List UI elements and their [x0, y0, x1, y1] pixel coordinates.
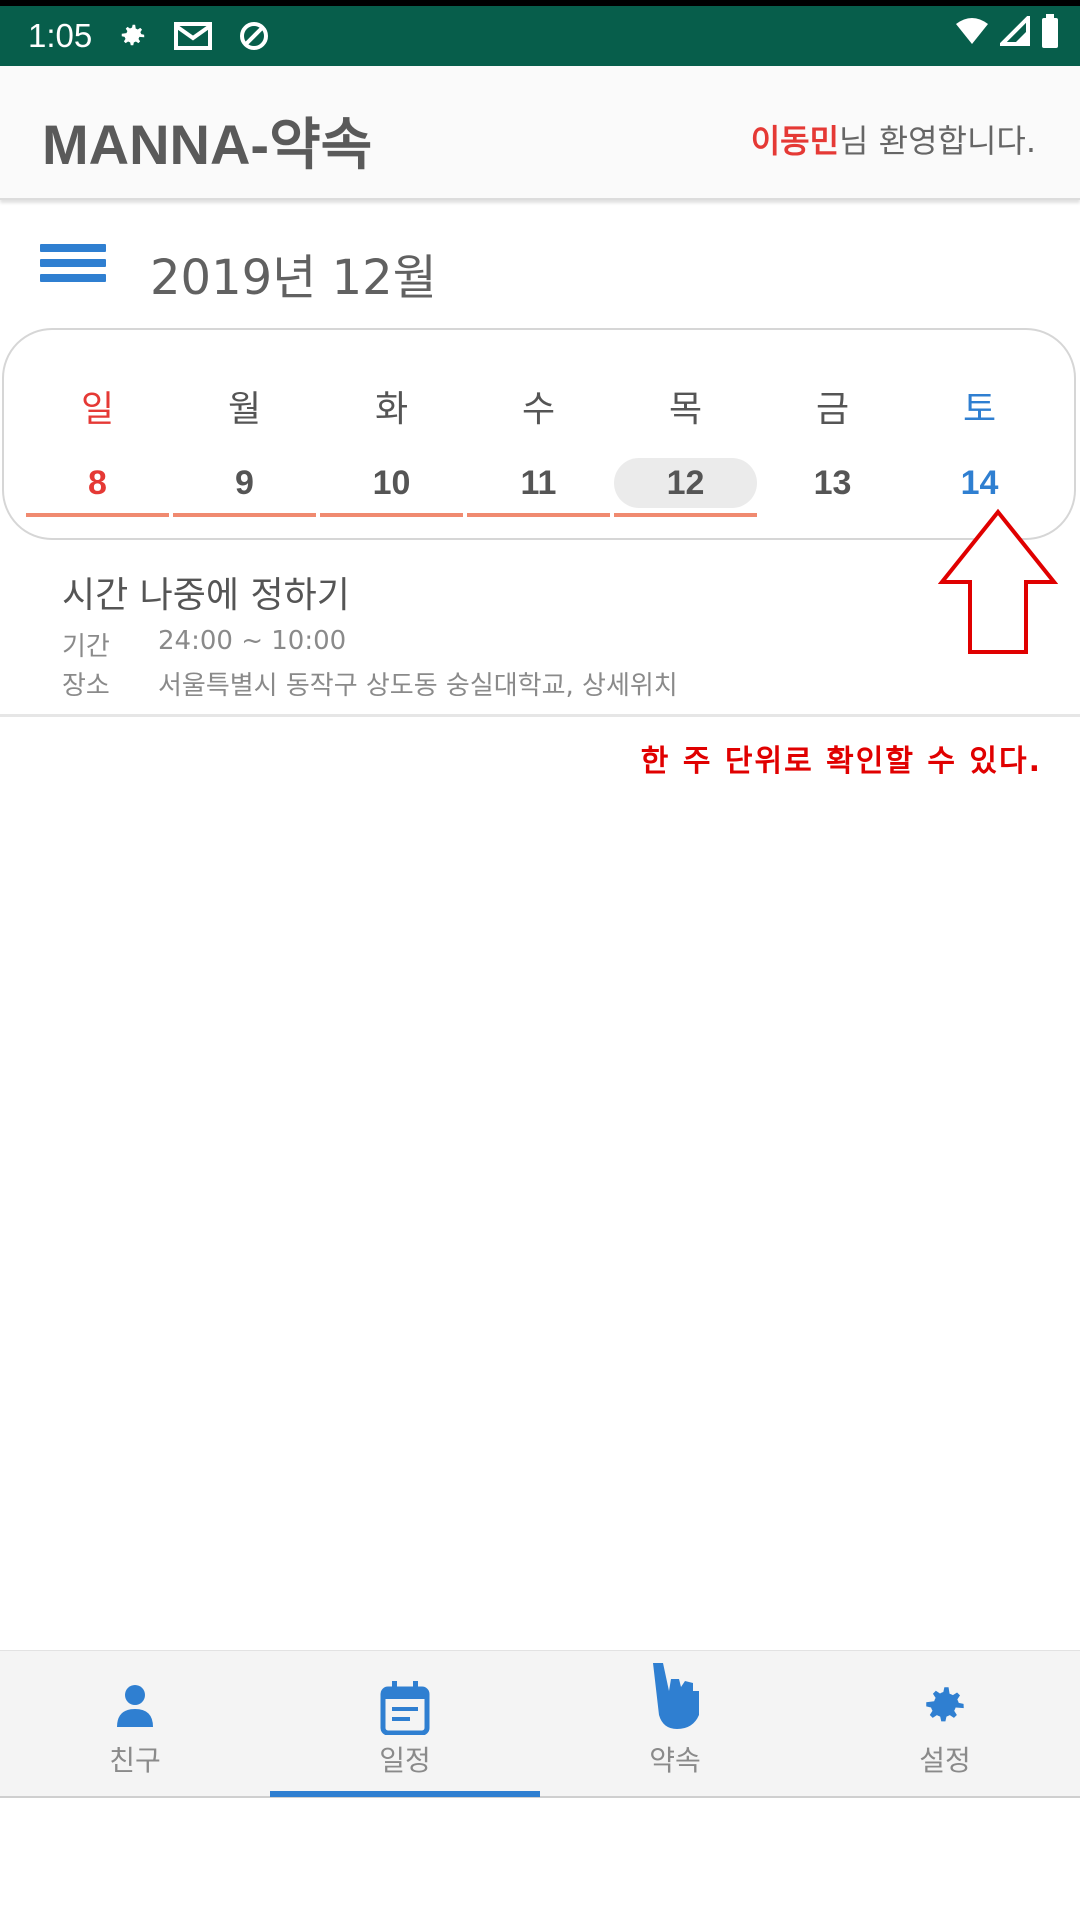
nav-settings[interactable]: 설정 — [810, 1651, 1080, 1797]
divider — [0, 714, 1080, 717]
menu-icon[interactable] — [40, 244, 106, 292]
day-number: 8 — [88, 464, 107, 502]
blocked-icon — [238, 20, 270, 52]
event-underline — [320, 513, 463, 517]
nav-label: 설정 — [919, 1744, 971, 1777]
battery-icon — [1040, 14, 1060, 52]
day-wednesday[interactable]: 수 11 — [467, 330, 610, 542]
app-bar: MANNA-약속 이동민님 환영합니다. — [0, 66, 1080, 200]
signal-icon — [997, 13, 1030, 50]
event-place-label: 장소 — [62, 671, 110, 701]
event-title: 시간 나중에 정하기 — [62, 575, 350, 616]
gear-icon — [810, 1681, 1080, 1731]
day-sunday[interactable]: 일 8 — [26, 330, 169, 542]
event-period-row: 기간 24:00 ~ 10:00 — [62, 626, 1022, 663]
gear-icon — [118, 21, 148, 51]
nav-schedule[interactable]: 일정 — [270, 1651, 540, 1797]
hand-icon — [540, 1661, 810, 1731]
day-name: 목 — [668, 389, 703, 430]
wifi-icon — [954, 16, 990, 50]
day-tuesday[interactable]: 화 10 — [320, 330, 463, 542]
day-name: 금 — [815, 389, 850, 430]
nav-friends[interactable]: 친구 — [0, 1651, 270, 1797]
day-number: 13 — [813, 464, 852, 502]
day-friday[interactable]: 금 13 — [761, 330, 904, 542]
day-name: 수 — [521, 389, 556, 430]
event-place-row: 장소 서울특별시 동작구 상도동 숭실대학교, 상세위치 — [62, 665, 1022, 702]
event-period-value: 24:00 ~ 10:00 — [158, 626, 347, 656]
month-header: 2019년 12월 — [0, 228, 1080, 308]
week-calendar: 일 8 월 9 화 10 수 11 목 12 금 13 토 14 — [2, 328, 1076, 540]
welcome-suffix: 님 환영합니다. — [839, 122, 1036, 160]
active-tab-indicator — [270, 1791, 540, 1797]
person-icon — [0, 1681, 270, 1729]
annotation-text: 한 주 단위로 확인할 수 있다. — [640, 744, 1042, 779]
day-number: 9 — [235, 464, 254, 502]
nav-label: 친구 — [109, 1744, 161, 1777]
nav-label: 일정 — [379, 1744, 431, 1777]
day-number: 14 — [960, 464, 999, 502]
day-name: 화 — [374, 389, 409, 430]
day-number: 10 — [372, 464, 411, 502]
gmail-icon — [174, 21, 213, 51]
day-thursday[interactable]: 목 12 — [614, 330, 757, 542]
app-title: MANNA-약속 — [42, 113, 373, 176]
event-underline — [173, 513, 316, 517]
calendar-icon — [270, 1681, 540, 1735]
event-underline — [614, 513, 757, 517]
bottom-navigation: 친구 일정 약속 설정 — [0, 1650, 1080, 1798]
day-monday[interactable]: 월 9 — [173, 330, 316, 542]
day-number: 11 — [520, 464, 557, 502]
status-time: 1:05 — [28, 17, 93, 54]
event-place-value: 서울특별시 동작구 상도동 숭실대학교, 상세위치 — [158, 671, 678, 701]
month-label: 2019년 12월 — [150, 250, 437, 306]
event-underline — [26, 513, 169, 517]
day-name: 일 — [80, 389, 115, 430]
event-item[interactable]: 시간 나중에 정하기 기간 24:00 ~ 10:00 장소 서울특별시 동작구… — [62, 566, 1022, 702]
day-name: 토 — [962, 389, 997, 430]
welcome-message: 이동민님 환영합니다. — [751, 116, 1036, 162]
event-period-label: 기간 — [62, 632, 110, 662]
nav-label: 약속 — [649, 1744, 701, 1777]
status-bar: 1:05 — [0, 0, 1080, 66]
user-name: 이동민 — [750, 122, 840, 160]
nav-promise[interactable]: 약속 — [540, 1651, 810, 1797]
day-number-selected: 12 — [614, 458, 757, 508]
day-name: 월 — [227, 389, 262, 430]
event-underline — [467, 513, 610, 517]
